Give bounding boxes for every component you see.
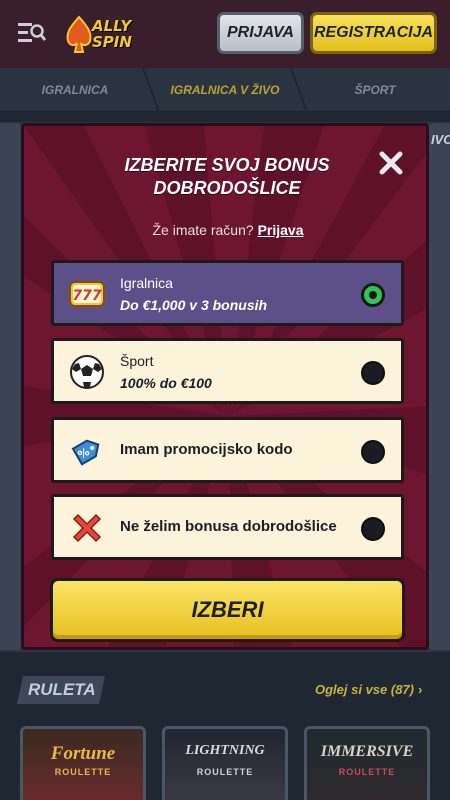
radio-unselected[interactable] — [361, 517, 385, 541]
game-card-fortune-roulette[interactable]: Fortune ROULETTE — [20, 726, 146, 800]
modal-title: IZBERITE SVOJ BONUS DOBRODOŠLICE — [124, 155, 330, 198]
game-subtitle: ROULETTE — [338, 767, 396, 777]
game-title: Fortune — [50, 743, 116, 764]
welcome-bonus-modal: IZBERITE SVOJ BONUS DOBRODOŠLICE Že imat… — [21, 123, 429, 650]
banner-right-peek[interactable] — [428, 123, 450, 650]
tab-sport[interactable]: ŠPORT — [300, 68, 450, 112]
game-card-immersive-roulette[interactable]: IMMERSIVE ROULETTE — [304, 726, 430, 800]
bonus-option-no-bonus[interactable]: Ne želim bonusa dobrodošlice — [51, 494, 404, 560]
game-card-lightning-roulette[interactable]: LIGHTNING ROULETTE — [162, 726, 288, 800]
see-all-link[interactable]: Oglej si vse (87) — [315, 682, 414, 697]
cross-icon — [72, 513, 102, 543]
bonus-option-sport[interactable]: Šport 100% do €100 — [51, 338, 404, 404]
account-prompt-line: Že imate račun? Prijava — [24, 222, 426, 238]
tab-live-casino[interactable]: IGRALNICA V ŽIVO — [152, 68, 298, 112]
register-button[interactable]: REGISTRACIJA — [310, 12, 437, 54]
option-title: Ne želim bonusa dobrodošlice — [120, 518, 337, 535]
logo-text: ALLY SPIN — [92, 17, 132, 51]
bonus-option-casino[interactable]: 777 Igralnica Do €1,000 v 3 bonusih — [51, 260, 404, 326]
bonus-option-promo-code[interactable]: % Imam promocijsko kodo — [51, 417, 404, 483]
banner-left-peek[interactable] — [0, 123, 22, 650]
option-subtitle: Do €1,000 v 3 bonusih — [120, 297, 268, 313]
option-title: Imam promocijsko kodo — [120, 441, 293, 458]
svg-text:777: 777 — [72, 288, 101, 304]
allyspin-logo[interactable]: ALLY SPIN — [64, 14, 154, 56]
option-subtitle: 100% do €100 — [120, 375, 212, 391]
promo-tag-icon: % — [71, 439, 100, 466]
select-bonus-button[interactable]: IZBERI — [50, 578, 405, 642]
logo-spade-icon — [66, 15, 92, 53]
close-icon[interactable] — [378, 150, 404, 176]
game-title: LIGHTNING — [185, 743, 265, 758]
top-header: ALLY SPIN PRIJAVA REGISTRACIJA — [0, 0, 450, 68]
option-title: Šport — [120, 353, 154, 369]
slot-777-icon: 777 — [69, 281, 105, 307]
radio-selected[interactable] — [361, 283, 385, 307]
radio-unselected[interactable] — [361, 361, 385, 385]
soccer-ball-icon — [70, 355, 104, 389]
game-subtitle: ROULETTE — [196, 767, 254, 777]
account-prompt-text: Že imate račun? — [152, 222, 254, 238]
tab-casino[interactable]: IGRALNICA — [0, 68, 150, 112]
game-title: IMMERSIVE — [320, 743, 414, 760]
chevron-right-icon[interactable]: › — [418, 682, 422, 697]
radio-unselected[interactable] — [361, 440, 385, 464]
login-button[interactable]: PRIJAVA — [217, 12, 304, 54]
menu-search-icon[interactable] — [18, 22, 46, 44]
section-title-roulette: RULETA — [17, 676, 105, 704]
account-login-link[interactable]: Prijava — [258, 222, 304, 238]
main-nav: IGRALNICA IGRALNICA V ŽIVO ŠPORT — [0, 68, 450, 112]
game-subtitle: ROULETTE — [54, 767, 112, 777]
option-title: Igralnica — [120, 275, 173, 291]
banner-peek-text: IVO — [431, 132, 450, 147]
